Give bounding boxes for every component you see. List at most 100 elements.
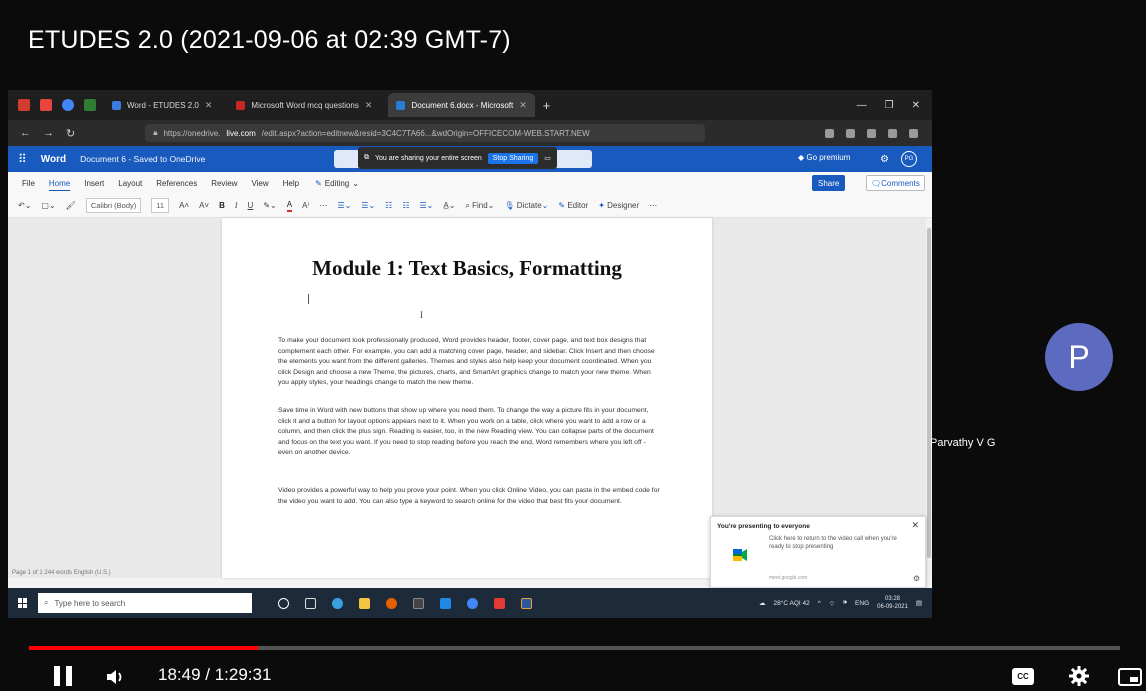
ribbon-more-icon[interactable]: ⋯ — [649, 201, 657, 210]
miniplayer-icon[interactable] — [1118, 668, 1142, 686]
shrink-font-icon[interactable]: A˅ — [199, 201, 209, 210]
taskbar-apps — [278, 597, 532, 609]
vscode-icon[interactable] — [440, 597, 451, 609]
volume-icon[interactable] — [105, 668, 127, 686]
new-tab-icon[interactable]: + — [543, 98, 551, 113]
cortana-icon[interactable] — [278, 597, 289, 609]
office-icon[interactable] — [494, 597, 505, 609]
video-progress-bar[interactable] — [29, 646, 1120, 650]
font-size-select[interactable]: 11 — [151, 198, 170, 213]
undo-icon[interactable]: ↶⌄ — [18, 201, 31, 210]
settings-gear-icon[interactable]: ⚙ — [913, 574, 920, 583]
chrome-icon[interactable] — [467, 597, 478, 609]
profile-icon[interactable] — [867, 128, 876, 138]
dictate-button[interactable]: 🎙︎ Dictate⌄ — [504, 201, 548, 210]
numbering-icon[interactable]: ☰⌄ — [361, 201, 375, 210]
browser-tab-active[interactable]: Document 6.docx - Microsoft ✕ — [388, 93, 535, 117]
share-screen-icon: ⧉ — [364, 154, 369, 161]
bullets-icon[interactable]: ☰⌄ — [337, 201, 351, 210]
hide-banner-icon[interactable]: ▭ — [544, 154, 551, 162]
grow-font-icon[interactable]: A˄ — [179, 201, 189, 210]
search-icon: ⌕ — [44, 598, 49, 607]
browser-tab[interactable]: Microsoft Word mcq questions ✕ — [228, 93, 380, 117]
word-app-icon[interactable] — [521, 597, 532, 609]
clipboard-icon[interactable]: ▢⌄ — [41, 201, 55, 210]
ribbon-tabs: File Home Insert Layout References Revie… — [8, 172, 932, 194]
taskbar-clock[interactable]: 03:28 06-09-2021 — [877, 595, 908, 611]
video-player[interactable]: ETUDES 2.0 (2021-09-06 at 02:39 GMT-7) W… — [0, 0, 1146, 691]
closed-captions-icon[interactable]: CC — [1012, 668, 1034, 685]
document-paragraph: Video provides a powerful way to help yo… — [278, 487, 660, 505]
close-icon[interactable]: ✕ — [911, 520, 919, 531]
settings-gear-icon[interactable]: ⚙ — [880, 154, 889, 165]
font-color-icon[interactable]: A — [286, 200, 293, 212]
edge-icon[interactable] — [332, 597, 343, 609]
tab-file[interactable]: File — [22, 179, 35, 188]
comments-button[interactable]: 🗨︎ Comments — [866, 175, 925, 191]
tab-insert[interactable]: Insert — [84, 179, 104, 188]
underline-button[interactable]: U — [248, 201, 254, 210]
menu-icon[interactable] — [909, 128, 918, 138]
file-explorer-icon[interactable] — [359, 597, 370, 609]
styles-icon[interactable]: A⁾ — [302, 201, 309, 210]
increase-indent-icon[interactable]: ☷ — [402, 201, 409, 210]
close-tab-icon[interactable]: ✕ — [205, 100, 213, 111]
back-icon[interactable]: ← — [20, 127, 31, 139]
taskbar-search-input[interactable]: ⌕ Type here to search — [38, 593, 252, 613]
decrease-indent-icon[interactable]: ☷ — [385, 201, 392, 210]
app-launcher-icon[interactable]: ⠿ — [18, 152, 27, 166]
document-name[interactable]: Document 6 - Saved to OneDrive — [80, 154, 205, 164]
styles-gallery-icon[interactable]: A̲⌄ — [443, 201, 455, 210]
tab-view[interactable]: View — [251, 179, 268, 188]
editor-button[interactable]: ✎ Editor — [558, 201, 588, 210]
designer-label: Designer — [607, 201, 640, 210]
account-avatar[interactable]: PG — [900, 151, 917, 167]
restore-icon[interactable]: ❐ — [885, 100, 894, 111]
forward-icon[interactable]: → — [43, 127, 54, 139]
firefox-icon[interactable] — [386, 597, 397, 609]
close-tab-icon[interactable]: ✕ — [519, 100, 527, 111]
url-input[interactable]: 🔒︎ https://onedrive. live.com/edit.aspx?a… — [145, 124, 706, 142]
windows-start-icon[interactable] — [18, 598, 28, 608]
tab-help[interactable]: Help — [283, 179, 299, 188]
tray-chevron-icon[interactable]: ^ — [818, 600, 821, 607]
close-tab-icon[interactable]: ✕ — [365, 100, 373, 111]
bold-button[interactable]: B — [219, 201, 225, 210]
settings-icon[interactable] — [1068, 665, 1090, 687]
terminal-icon[interactable] — [413, 597, 424, 609]
tab-references[interactable]: References — [156, 179, 197, 188]
extension-icon[interactable] — [888, 128, 897, 138]
lang-indicator[interactable]: ENG — [855, 600, 869, 607]
scrollbar-thumb[interactable] — [927, 228, 931, 558]
find-button[interactable]: ⌕ Find⌄ — [465, 201, 494, 211]
font-name-select[interactable]: Calibri (Body) — [85, 198, 142, 213]
format-painter-icon[interactable]: 🖌︎ — [66, 201, 76, 210]
minimize-icon[interactable]: — — [857, 100, 867, 111]
pause-icon[interactable] — [54, 666, 74, 686]
document-page[interactable]: Module 1: Text Basics, Formatting I To m… — [222, 218, 712, 578]
more-icon[interactable]: ⋯ — [319, 201, 327, 210]
reload-icon[interactable]: ↻ — [66, 127, 75, 140]
notifications-icon[interactable]: ▤ — [916, 599, 922, 607]
editing-mode-dropdown[interactable]: ✎ Editing ⌄ — [315, 179, 359, 188]
designer-button[interactable]: ✦ Designer — [598, 201, 639, 210]
close-window-icon[interactable]: ✕ — [912, 100, 920, 111]
stop-sharing-button[interactable]: Stop Sharing — [487, 152, 539, 164]
download-icon[interactable] — [846, 128, 855, 138]
tab-home[interactable]: Home — [49, 179, 70, 188]
align-icon[interactable]: ☰⌄ — [419, 201, 433, 210]
network-icon[interactable]: ⌔ — [829, 599, 835, 608]
browser-tab[interactable]: Word - ETUDES 2.0 ✕ — [104, 93, 220, 117]
highlight-icon[interactable]: ✎⌄ — [263, 201, 276, 210]
pocket-icon[interactable] — [825, 128, 834, 138]
presenting-notification[interactable]: You're presenting to everyone ✕ Click he… — [710, 516, 926, 588]
tab-layout[interactable]: Layout — [118, 179, 142, 188]
tab-review[interactable]: Review — [211, 179, 237, 188]
italic-button[interactable]: I — [235, 201, 238, 210]
task-view-icon[interactable] — [305, 597, 316, 609]
go-premium-link[interactable]: ◆ Go premium — [798, 153, 850, 162]
meet-logo-icon — [733, 549, 747, 561]
volume-tray-icon[interactable]: 🕪︎ — [843, 599, 847, 607]
weather-text[interactable]: 28°C AQI 42 — [774, 600, 810, 607]
share-button[interactable]: Share — [812, 175, 846, 191]
